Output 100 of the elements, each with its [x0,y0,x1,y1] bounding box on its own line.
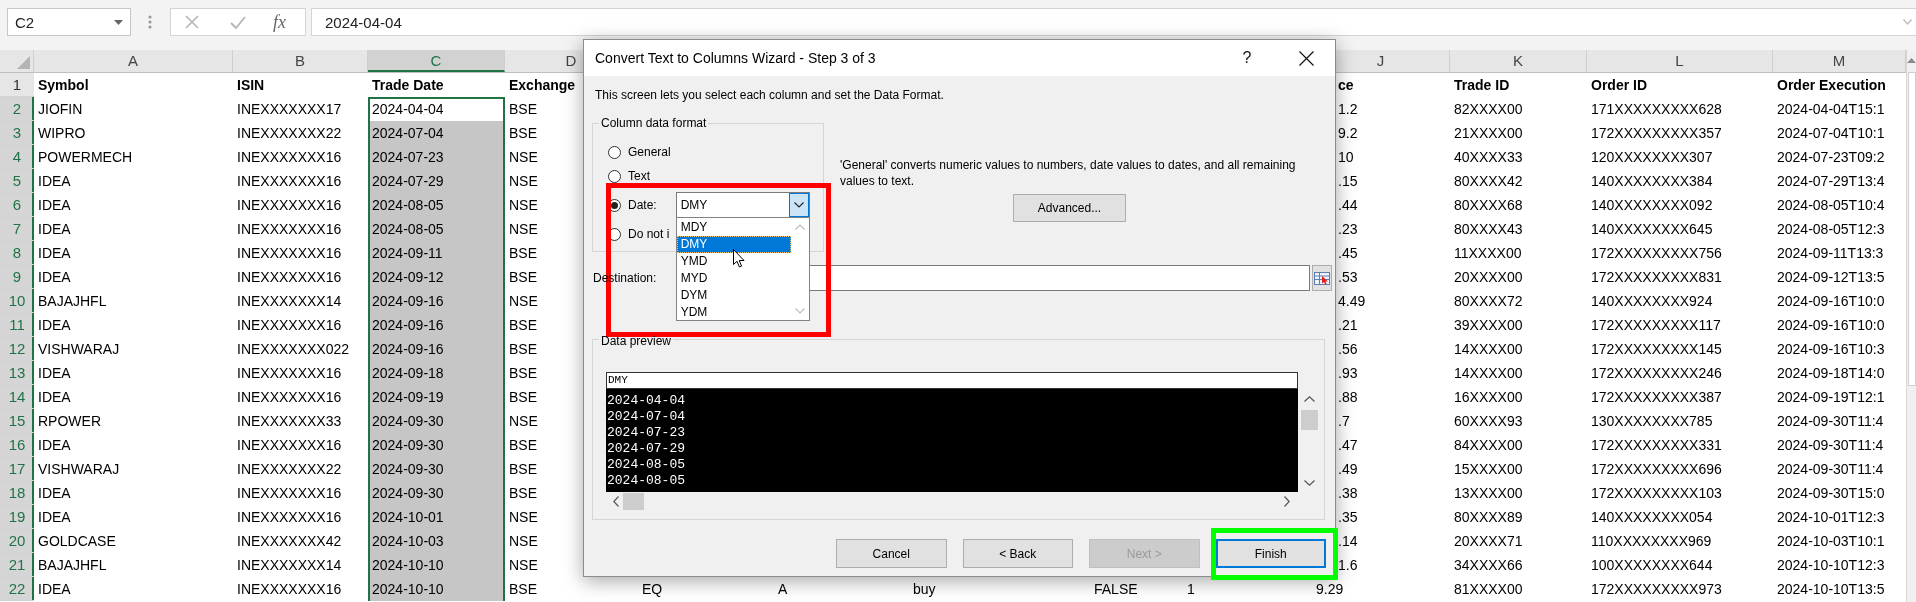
table-cell-text: NSE [508,292,539,311]
scroll-thumb[interactable] [1907,72,1916,386]
dialog-button[interactable]: Finish [1215,539,1326,568]
chevron-right-icon[interactable] [1284,495,1290,507]
table-cell-text: 2024-10-10T12:3 [1776,556,1886,575]
row-header[interactable]: 19 [0,505,34,529]
dialog-button[interactable]: < Back [962,539,1073,568]
column-header[interactable]: K [1450,50,1587,72]
table-cell: 2024-09-18 [368,361,505,385]
row-header[interactable]: 14 [0,385,34,409]
radio-label[interactable]: Date: [628,198,657,212]
close-button[interactable] [1299,50,1314,66]
row-header[interactable]: 15 [0,409,34,433]
radio-label[interactable]: Text [628,169,650,183]
dropdown-option[interactable]: YDM [676,304,791,321]
table-cell-text: 2024-07-29T13:4 [1776,172,1886,191]
mouse-pointer-icon [733,249,745,268]
vertical-dots-icon[interactable] [148,15,152,29]
table-cell-text: BAJAJHFL [37,292,108,311]
chevron-left-icon[interactable] [613,495,619,507]
scroll-thumb[interactable] [623,492,644,510]
dropdown-option[interactable]: YMD [676,253,791,270]
dropdown-option[interactable]: MYD [676,270,791,287]
scroll-thumb[interactable] [1300,410,1318,430]
radio-label[interactable]: General [628,145,671,159]
row-header[interactable]: 22 [0,577,34,601]
table-cell-text: .56 [1337,340,1359,359]
column-header[interactable]: L [1587,50,1773,72]
table-cell-text: .47 [1337,436,1359,455]
row-header[interactable]: 6 [0,193,34,217]
column-header[interactable]: A [34,50,233,72]
row-header[interactable]: 8 [0,241,34,265]
table-cell-text: .45 [1337,244,1359,263]
table-cell-text: BSE [508,340,538,359]
vertical-scrollbar[interactable] [1906,50,1916,602]
table-cell-text: 1 [1186,580,1196,599]
radio-label[interactable]: Do not i [628,227,670,241]
table-cell-text: 172XXXXXXXXX246 [1590,364,1723,383]
table-cell-text: 172XXXXXXXXX331 [1590,436,1723,455]
table-cell-text: BSE [508,388,538,407]
checkmark-icon[interactable] [230,15,246,29]
row-header[interactable]: 13 [0,361,34,385]
dropdown-button[interactable] [788,193,809,217]
table-cell-text: 2024-07-23T09:2 [1776,148,1886,167]
select-all-icon[interactable] [17,56,30,69]
row-header[interactable]: 12 [0,337,34,361]
table-cell-text: POWERMECH [37,148,134,167]
dropdown-option[interactable]: DYM [676,287,791,304]
table-cell-text: 2024-10-01T12:3 [1776,508,1886,527]
insert-function-button[interactable]: fx [273,12,286,32]
table-cell: 2024-10-03 [368,529,505,553]
dropdown-option[interactable]: MDY [676,219,791,236]
help-button[interactable]: ? [1239,47,1255,69]
cancel-icon[interactable] [185,15,199,29]
row-header[interactable]: 4 [0,145,34,169]
table-cell-text: 2024-08-05T12:3 [1776,220,1886,239]
row-header[interactable]: 16 [0,433,34,457]
table-cell-text: INEXXXXXXX16 [236,484,343,503]
table-cell-text: 2024-09-16T10:0 [1776,292,1886,311]
table-cell-text: INEXXXXXXX16 [236,220,343,239]
row-header[interactable]: 2 [0,97,34,121]
row-header[interactable]: 11 [0,313,34,337]
formula-field[interactable]: 2024-04-04 [311,8,1916,36]
row-header[interactable]: 10 [0,289,34,313]
date-format-dropdown[interactable]: DMY [675,192,810,218]
table-cell-text: INEXXXXXXX16 [236,508,343,527]
preview-line: 2024-07-29 [606,441,685,457]
table-cell-text: .49 [1337,460,1359,479]
table-cell-text: IDEA [37,196,72,215]
chevron-up-icon[interactable] [1303,396,1315,402]
dialog-button[interactable]: Cancel [836,539,947,568]
row-header[interactable]: 1 [0,73,34,97]
row-header[interactable]: 9 [0,265,34,289]
dropdown-option[interactable]: DMY [676,236,791,253]
range-select-button[interactable] [1312,265,1332,291]
row-header[interactable]: 20 [0,529,34,553]
name-box[interactable]: C2 [7,8,131,36]
table-cell-text: INEXXXXXXX16 [236,364,343,383]
preview-column-header[interactable]: DMY [606,372,1298,389]
row-header[interactable]: 5 [0,169,34,193]
arrow-up-icon[interactable] [1907,58,1916,63]
row-header[interactable]: 7 [0,217,34,241]
row-header[interactable]: 3 [0,121,34,145]
column-header[interactable]: C [368,50,505,72]
table-cell-text: .14 [1337,532,1359,551]
radio-button[interactable] [608,145,621,159]
table-cell-text: INEXXXXXXX22 [236,460,343,479]
table-cell: 2024-09-30 [368,433,505,457]
table-cell-text: 171XXXXXXXXX628 [1590,100,1723,119]
table-cell-text: JIOFIN [37,100,84,119]
row-header[interactable]: 17 [0,457,34,481]
table-cell-text: 15XXXX00 [1453,460,1524,479]
radio-button[interactable] [608,169,621,183]
advanced-button[interactable]: Advanced... [1013,194,1126,222]
row-header[interactable]: 18 [0,481,34,505]
chevron-down-icon[interactable] [1303,480,1315,486]
table-cell-text: 2024-04-04T15:1 [1776,100,1886,119]
table-cell-text: NSE [508,196,539,215]
table-cell-text: 80XXXX89 [1453,508,1524,527]
row-header[interactable]: 21 [0,553,34,577]
